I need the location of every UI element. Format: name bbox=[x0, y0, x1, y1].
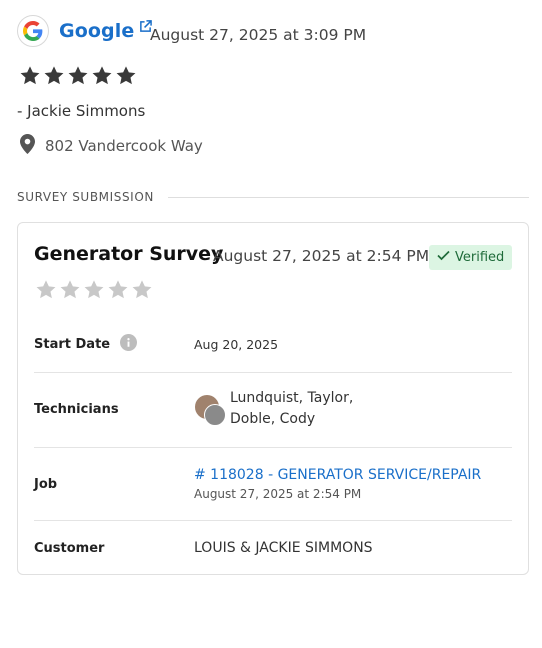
star-empty-icon bbox=[108, 280, 128, 299]
address: 802 Vandercook Way bbox=[20, 134, 203, 158]
avatar bbox=[204, 404, 226, 426]
review-header: Google bbox=[17, 15, 153, 47]
customer-row: Customer LOUIS & JACKIE SIMMONS bbox=[34, 537, 512, 559]
star-filled-icon bbox=[44, 66, 64, 85]
job-label: Job bbox=[34, 476, 58, 492]
row-divider bbox=[34, 447, 512, 448]
technicians-row: Technicians Lundquist, Taylor, Doble, Co… bbox=[34, 389, 512, 429]
row-divider bbox=[34, 520, 512, 521]
star-filled-icon bbox=[92, 66, 112, 85]
star-empty-icon bbox=[132, 280, 152, 299]
info-icon[interactable] bbox=[120, 333, 138, 355]
start-date-label: Start Date bbox=[34, 336, 111, 352]
customer-value: LOUIS & JACKIE SIMMONS bbox=[194, 540, 373, 556]
job-row: Job # 118028 - GENERATOR SERVICE/REPAIR … bbox=[34, 466, 512, 502]
reviewer-name: - Jackie Simmons bbox=[17, 102, 146, 120]
start-date-row: Start Date Aug 20, 2025 bbox=[34, 333, 512, 355]
address-text: 802 Vandercook Way bbox=[45, 137, 203, 155]
google-logo-icon bbox=[17, 15, 49, 47]
star-empty-icon bbox=[84, 280, 104, 299]
start-date-value: Aug 20, 2025 bbox=[194, 336, 279, 352]
section-label: SURVEY SUBMISSION bbox=[17, 190, 154, 204]
job-date: August 27, 2025 at 2:54 PM bbox=[194, 487, 362, 501]
verified-label: Verified bbox=[455, 250, 505, 265]
section-divider bbox=[168, 197, 529, 198]
location-pin-icon bbox=[20, 134, 35, 158]
review-rating-stars bbox=[19, 65, 137, 87]
star-empty-icon bbox=[36, 280, 56, 299]
star-empty-icon bbox=[60, 280, 80, 299]
check-icon bbox=[437, 250, 450, 265]
review-source-link[interactable]: Google bbox=[59, 20, 134, 42]
technicians-label: Technicians bbox=[34, 401, 119, 417]
job-link[interactable]: # 118028 - GENERATOR SERVICE/REPAIR bbox=[194, 467, 481, 483]
technicians-line-2: Doble, Cody bbox=[230, 411, 316, 427]
survey-title: Generator Survey bbox=[34, 243, 224, 265]
survey-date: August 27, 2025 at 2:54 PM bbox=[213, 247, 430, 265]
row-divider bbox=[34, 372, 512, 373]
technician-avatars bbox=[194, 394, 226, 426]
review-date: August 27, 2025 at 3:09 PM bbox=[150, 26, 367, 44]
star-filled-icon bbox=[68, 66, 88, 85]
verified-badge: Verified bbox=[429, 245, 513, 270]
customer-label: Customer bbox=[34, 540, 105, 556]
survey-rating-stars bbox=[35, 279, 153, 301]
star-filled-icon bbox=[20, 66, 40, 85]
survey-card: Generator Survey August 27, 2025 at 2:54… bbox=[17, 222, 529, 575]
star-filled-icon bbox=[116, 66, 136, 85]
technicians-line-1: Lundquist, Taylor, bbox=[230, 390, 354, 406]
